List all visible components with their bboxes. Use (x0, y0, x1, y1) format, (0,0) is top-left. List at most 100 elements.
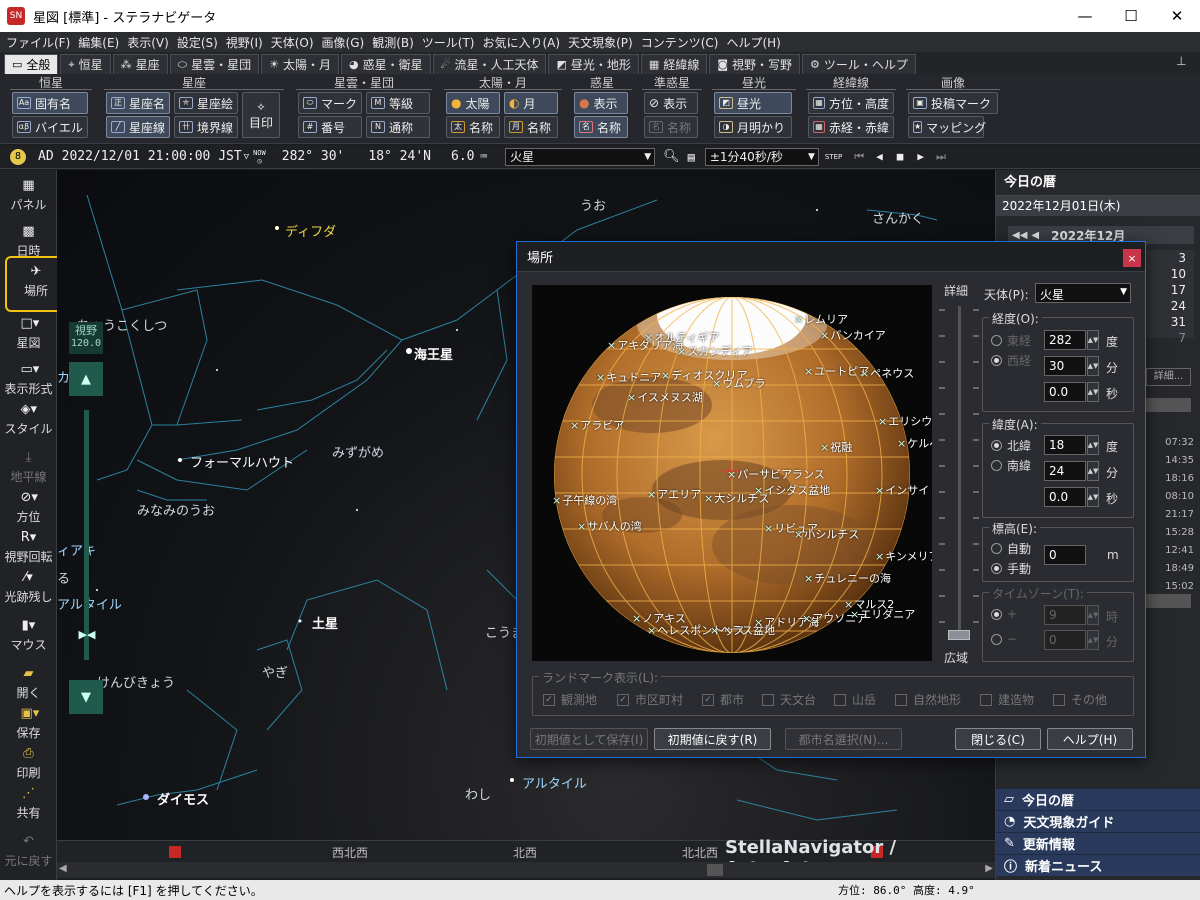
starmap-button[interactable]: □▾ 星図 (0, 316, 57, 351)
constellation-art-button[interactable]: ⛤ 星座絵 (174, 92, 238, 114)
search-icon[interactable]: 🔍︎ (663, 149, 680, 164)
latitude-deg-input[interactable]: 18 (1044, 435, 1086, 455)
menu-file[interactable]: ファイル(F) (6, 34, 70, 51)
east-radio[interactable]: 東経 (991, 332, 1031, 349)
proper-name-button[interactable]: Aa 固有名 (12, 92, 88, 114)
menu-help[interactable]: ヘルプ(H) (726, 34, 780, 51)
constellation-lines-button[interactable]: ╱ 星座線 (106, 116, 170, 138)
globe-view[interactable]: レムリア パンカイア オルティギア アキダリア海 スカンディア キュドニア ディ… (532, 285, 932, 661)
sun-name-button[interactable]: 太名称 (446, 116, 500, 138)
zoom-slider-thumb[interactable]: ▶◀ (69, 628, 105, 642)
print-button[interactable]: ⎙ 印刷 (0, 746, 57, 781)
tab-meteors[interactable]: ☄ 流星・人工天体 (432, 54, 547, 74)
reset-default-button[interactable]: 初期値に戻す(R) (654, 728, 771, 750)
latitude-min-spinner[interactable]: ▲▼ (1087, 461, 1099, 481)
tab-general[interactable]: ▭ 全般 (4, 54, 59, 74)
tab-stars[interactable]: ⌖ 恒星 (60, 54, 111, 74)
south-radio[interactable]: 南緯 (991, 457, 1031, 474)
latitude-deg-spinner[interactable]: ▲▼ (1087, 435, 1099, 455)
landmark-city-checkbox[interactable]: ✓ 都市 (702, 691, 744, 708)
prev-year-icon[interactable]: ◀◀ (1012, 230, 1027, 241)
dialog-close-icon[interactable]: × (1123, 249, 1141, 267)
post-mark-button[interactable]: ▣ 投稿マーク (908, 92, 998, 114)
prev-month-icon[interactable]: ◀ (1031, 230, 1039, 241)
help-button[interactable]: ヘルプ(H) (1047, 728, 1133, 750)
link-news[interactable]: ⓘ 新着ニュース (996, 854, 1200, 876)
horizon-button[interactable]: ⤓ 地平線 (0, 450, 57, 485)
style-button[interactable]: ◈▾ スタイル (0, 402, 57, 437)
link-today-calendar[interactable]: ▱ 今日の暦 (996, 788, 1200, 810)
zoom-thumb[interactable] (948, 630, 970, 640)
auto-radio[interactable]: 自動 (991, 540, 1031, 557)
mouse-button[interactable]: ▮▾ マウス (0, 618, 57, 653)
constellation-name-button[interactable]: 正星座名 (106, 92, 170, 114)
landmark-other-checkbox[interactable]: その他 (1053, 691, 1107, 708)
menu-image[interactable]: 画像(G) (322, 34, 365, 51)
city-select-button[interactable]: 都市名選択(N)... (785, 728, 902, 750)
minimize-icon[interactable]: — (1062, 0, 1108, 32)
tab-fov[interactable]: ◙ 視野・写野 (709, 54, 801, 74)
skip-forward-icon[interactable]: ⏭ (936, 150, 946, 164)
landmark-observatory-checkbox[interactable]: 天文台 (762, 691, 816, 708)
tz-minus-radio[interactable]: − (991, 632, 1017, 646)
latitude-sec-spinner[interactable]: ▲▼ (1087, 487, 1099, 507)
longitude-sec-input[interactable]: 0.0 (1044, 382, 1086, 402)
tz-plus-radio[interactable]: + (991, 607, 1017, 621)
mapping-button[interactable]: ★ マッピング (908, 116, 986, 138)
tab-planets[interactable]: ◕ 惑星・衛星 (340, 54, 431, 74)
planet-show-button[interactable]: ● 表示 (574, 92, 628, 114)
tab-constellations[interactable]: ⁂ 星座 (112, 54, 168, 74)
dropdown-arrow-icon[interactable]: ▽ (244, 152, 249, 162)
longitude-deg-input[interactable]: 282 (1044, 330, 1086, 350)
dwarf-name-button[interactable]: 名名称 (644, 116, 698, 138)
zoom-in-button[interactable]: ▲ (69, 362, 103, 396)
trail-button[interactable]: ⁄▾ 光跡残し (0, 570, 57, 605)
nebula-magnitude-button[interactable]: M 等級 (366, 92, 430, 114)
tab-tools[interactable]: ⚙ ツール・ヘルプ (802, 54, 916, 74)
tz-min-input[interactable]: 0 (1044, 630, 1086, 650)
manual-radio[interactable]: 手動 (991, 560, 1031, 577)
tz-hour-input[interactable]: 9 (1044, 605, 1086, 625)
scroll-left-icon[interactable]: ◀ (59, 863, 67, 874)
nebula-mark-button[interactable]: ⬭ マーク (298, 92, 362, 114)
menu-observe[interactable]: 観測(B) (372, 34, 414, 51)
radec-grid-button[interactable]: ▦ 赤経・赤緯 (808, 116, 894, 138)
nebula-number-button[interactable]: # 番号 (298, 116, 362, 138)
longitude-min-input[interactable]: 30 (1044, 356, 1086, 376)
longitude-deg-spinner[interactable]: ▲▼ (1087, 330, 1099, 350)
tab-nebulae[interactable]: ⬭ 星雲・星団 (169, 54, 260, 74)
latitude-sec-input[interactable]: 0.0 (1044, 487, 1086, 507)
pin-icon[interactable]: ⊥ (1176, 54, 1194, 72)
landmark-municipality-checkbox[interactable]: ✓ 市区町村 (617, 691, 683, 708)
landmark-observatory-site-checkbox[interactable]: ✓ 観測地 (543, 691, 597, 708)
tab-sun-moon[interactable]: ☀ 太陽・月 (261, 54, 339, 74)
moonlight-button[interactable]: ◑ 月明かり (714, 116, 792, 138)
time-mode-icon[interactable]: 8 (10, 148, 26, 165)
menu-view[interactable]: 表示(V) (127, 34, 169, 51)
planet-name-button[interactable]: 名名称 (574, 116, 628, 138)
menu-settings[interactable]: 設定(S) (177, 34, 218, 51)
tab-grid[interactable]: ▦ 経緯線 (640, 54, 708, 74)
datetime-button[interactable]: ▩ 日時 (0, 224, 57, 259)
scroll-right-icon[interactable]: ▶ (985, 863, 993, 874)
list-icon[interactable]: ▤ (688, 150, 695, 164)
longitude-min-spinner[interactable]: ▲▼ (1087, 356, 1099, 376)
menu-tools[interactable]: ツール(T) (422, 34, 475, 51)
close-icon[interactable]: ✕ (1154, 0, 1200, 32)
landmark-mountain-checkbox[interactable]: 山岳 (834, 691, 876, 708)
link-updates[interactable]: ✎ 更新情報 (996, 832, 1200, 854)
maximize-icon[interactable]: ☐ (1108, 0, 1154, 32)
menu-fov[interactable]: 視野(I) (226, 34, 263, 51)
tz-min-spinner[interactable]: ▲▼ (1087, 630, 1099, 650)
share-button[interactable]: ⋰ 共有 (0, 786, 57, 821)
marker-button[interactable]: ⟡ 目印 (242, 92, 280, 138)
moon-button[interactable]: ◐ 月 (504, 92, 558, 114)
menu-contents[interactable]: コンテンツ(C) (641, 34, 719, 51)
zoom-out-button[interactable]: ▼ (69, 680, 103, 714)
now-button[interactable]: NOW ◷ (253, 149, 266, 165)
undo-button[interactable]: ↶ 元に戻す (0, 834, 57, 869)
horizontal-scrollbar[interactable]: ◀ ▶ (57, 862, 995, 878)
target-select[interactable]: 火星 ▼ (505, 147, 656, 166)
sun-button[interactable]: ● 太陽 (446, 92, 500, 114)
latitude-min-input[interactable]: 24 (1044, 461, 1086, 481)
